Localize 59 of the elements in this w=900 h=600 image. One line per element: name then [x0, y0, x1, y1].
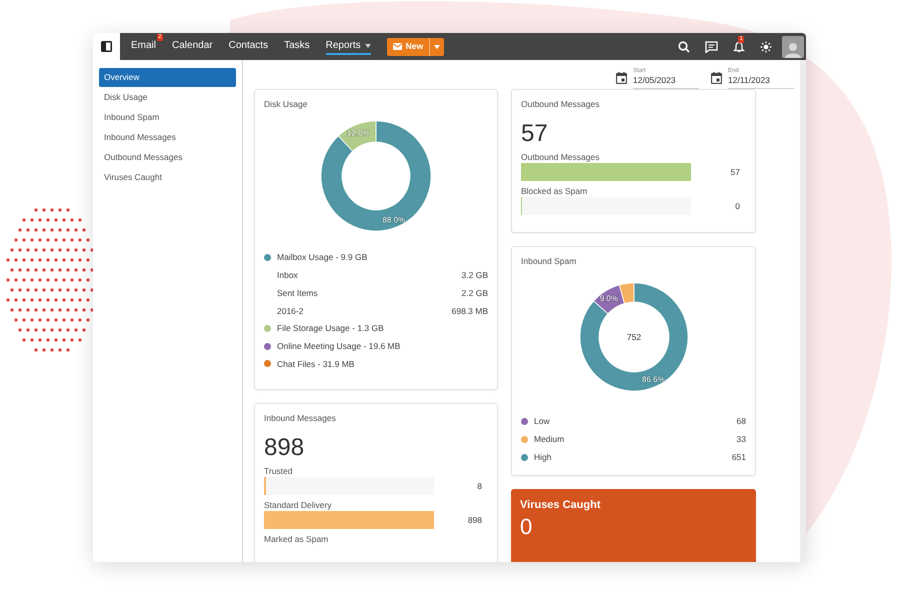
- envelope-icon: [392, 43, 402, 50]
- bell-icon[interactable]: [733, 41, 745, 53]
- card-title: Inbound Messages: [264, 412, 337, 424]
- caret-icon[interactable]: [434, 44, 440, 48]
- sidebar-toggle-icon[interactable]: [101, 41, 112, 52]
- usage-item-value: 2.2 GB: [462, 286, 488, 300]
- legend-label: File Storage Usage - 1.3 GB: [277, 322, 384, 335]
- scrollbar[interactable]: [800, 60, 806, 562]
- total-count: 57: [521, 120, 549, 148]
- nav-tab[interactable]: Reports: [326, 38, 371, 54]
- sun-icon[interactable]: [760, 40, 772, 52]
- chat-icon[interactable]: [705, 40, 718, 52]
- bar-label: Trusted: [264, 466, 294, 477]
- sidebar-item[interactable]: Outbound Messages: [99, 148, 236, 167]
- nav-tab[interactable]: Tasks: [284, 38, 310, 54]
- legend-label: Chat Files - 31.9 MB: [277, 358, 354, 370]
- usage-item-value: 3.2 GB: [462, 269, 488, 282]
- legend-label: Mailbox Usage - 9.9 GB: [277, 251, 368, 264]
- search-icon[interactable]: [678, 40, 690, 52]
- usage-item-label: 2016-2: [277, 304, 304, 318]
- calendar-icon[interactable]: [711, 72, 722, 84]
- bar-label: Marked as Spam: [264, 534, 330, 545]
- legend-value: 33: [736, 432, 746, 446]
- usage-item-value: 698.3 MB: [452, 304, 488, 318]
- bar-value: 8: [476, 480, 483, 492]
- bar-value: 57: [730, 166, 741, 178]
- card-title: Outbound Messages: [521, 98, 600, 110]
- usage-item-label: Sent Items: [277, 286, 318, 300]
- card-title: Viruses Caught: [520, 498, 600, 512]
- bar-value: 0: [734, 200, 741, 212]
- slice-percent-label: 12.0%: [346, 128, 370, 138]
- donut-center-total: 752: [626, 332, 641, 342]
- legend-value: 651: [732, 450, 746, 464]
- legend-value: 68: [736, 414, 746, 428]
- bar-label: Outbound Messages: [521, 152, 600, 163]
- sidebar-item[interactable]: Inbound Spam: [99, 108, 236, 127]
- bar-label: Standard Delivery: [264, 500, 333, 511]
- bar-value: 898: [466, 514, 483, 526]
- bar-label: Blocked as Spam: [521, 186, 588, 197]
- sidebar-item[interactable]: Inbound Messages: [99, 128, 236, 147]
- nav-tab[interactable]: Contacts: [228, 38, 268, 54]
- usage-item-label: Inbox: [277, 269, 298, 282]
- legend-label: Online Meeting Usage - 19.6 MB: [277, 340, 400, 353]
- total-count: 0: [520, 514, 532, 540]
- legend-label: Medium: [534, 432, 564, 446]
- sidebar-item[interactable]: Overview: [99, 68, 236, 87]
- total-count: 898: [264, 434, 306, 462]
- nav-tab[interactable]: Calendar: [172, 38, 213, 54]
- sidebar-item[interactable]: Viruses Caught: [99, 168, 236, 187]
- sidebar-item[interactable]: Disk Usage: [99, 88, 236, 107]
- slice-percent-label: 9.0%: [599, 294, 618, 304]
- calendar-icon[interactable]: [616, 72, 627, 84]
- slice-percent-label: 88.0%: [382, 216, 406, 225]
- legend-label: Low: [534, 414, 550, 428]
- user-avatar[interactable]: [782, 36, 804, 58]
- card-title: Inbound Spam: [521, 255, 578, 267]
- card-title: Disk Usage: [264, 98, 308, 110]
- slice-percent-label: 86.6%: [642, 374, 664, 384]
- legend-label: High: [534, 450, 552, 464]
